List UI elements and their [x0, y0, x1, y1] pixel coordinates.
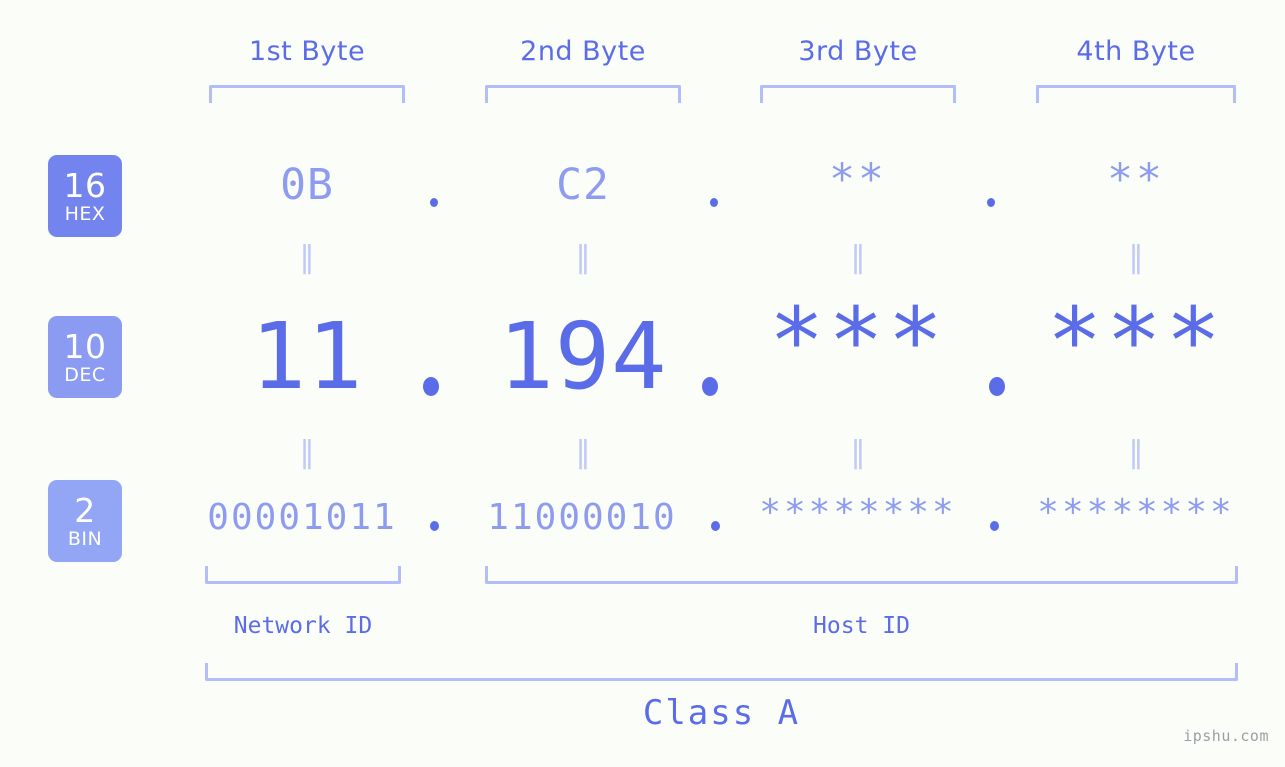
byte-header-1: 1st Byte [248, 36, 366, 67]
network-id-label: Network ID [233, 613, 373, 639]
bin-octet-1: 00001011 [207, 497, 397, 538]
byte-bracket-2 [485, 85, 681, 103]
equals-separator-hex-dec-1: ‖ [299, 240, 315, 275]
hex-dot-3 [987, 198, 995, 207]
byte-header-2: 2nd Byte [520, 36, 646, 67]
hex-octet-2: C2 [556, 160, 610, 210]
equals-separator-dec-bin-4: ‖ [1128, 435, 1144, 470]
host-id-label: Host ID [813, 613, 910, 639]
base-badge-hex-abbr: HEX [64, 202, 106, 225]
bin-dot-2 [711, 521, 720, 531]
byte-bracket-1 [209, 85, 405, 103]
network-id-bracket [205, 566, 401, 584]
byte-header-3: 3rd Byte [798, 36, 918, 67]
base-badge-dec: 10 DEC [48, 316, 122, 398]
dec-octet-4: *** [1046, 288, 1226, 395]
base-badge-bin-number: 2 [74, 490, 96, 530]
bin-octet-2: 11000010 [487, 497, 677, 538]
dec-dot-2 [702, 377, 718, 396]
dec-octet-3: *** [768, 288, 948, 395]
dec-dot-3 [989, 377, 1005, 396]
base-badge-bin: 2 BIN [48, 480, 122, 562]
hex-dot-1 [430, 198, 438, 207]
equals-separator-dec-bin-1: ‖ [299, 435, 315, 470]
bin-dot-3 [990, 521, 999, 531]
dec-dot-1 [423, 377, 439, 396]
base-badge-hex-number: 16 [63, 165, 107, 205]
equals-separator-hex-dec-2: ‖ [575, 240, 591, 275]
dec-octet-1: 11 [250, 303, 364, 410]
class-label: Class A [642, 693, 801, 733]
hex-octet-3: ** [829, 155, 887, 205]
dec-octet-2: 194 [498, 303, 668, 410]
equals-separator-hex-dec-4: ‖ [1128, 240, 1144, 275]
hex-octet-4: ** [1107, 155, 1165, 205]
hex-dot-2 [710, 198, 718, 207]
bin-dot-1 [430, 521, 439, 531]
base-badge-bin-abbr: BIN [67, 527, 103, 550]
base-badge-hex: 16 HEX [48, 155, 122, 237]
hex-octet-1: 0B [280, 160, 334, 210]
base-badge-dec-number: 10 [63, 326, 107, 366]
base-badge-dec-abbr: DEC [64, 363, 106, 386]
site-watermark: ipshu.com [1183, 727, 1269, 745]
equals-separator-hex-dec-3: ‖ [850, 240, 866, 275]
byte-bracket-4 [1036, 85, 1236, 103]
bin-octet-4: ******** [1037, 492, 1235, 533]
class-bracket [205, 663, 1238, 681]
ip-address-breakdown-diagram: 1st Byte 2nd Byte 3rd Byte 4th Byte 16 H… [0, 0, 1285, 767]
byte-header-4: 4th Byte [1076, 36, 1196, 67]
bin-octet-3: ******** [759, 492, 957, 533]
equals-separator-dec-bin-2: ‖ [575, 435, 591, 470]
equals-separator-dec-bin-3: ‖ [850, 435, 866, 470]
host-id-bracket [485, 566, 1238, 584]
byte-bracket-3 [760, 85, 956, 103]
